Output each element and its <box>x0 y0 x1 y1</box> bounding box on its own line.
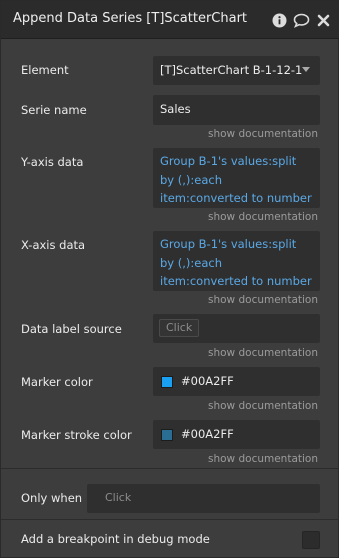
data-label-source-show-documentation[interactable]: show documentation <box>208 347 318 359</box>
serie-name-show-documentation[interactable]: show documentation <box>208 128 318 140</box>
only-when-placeholder[interactable]: Click <box>98 489 138 507</box>
property-editor-panel: Append Data Series [T]ScatterChart B-1-1… <box>0 0 339 558</box>
marker-color-label: Marker color <box>21 375 93 389</box>
section-divider <box>1 519 339 520</box>
marker-stroke-color-picker[interactable]: #00A2FF <box>153 420 320 449</box>
marker-color-show-documentation[interactable]: show documentation <box>208 400 318 412</box>
data-label-source-label: Data label source <box>21 322 122 336</box>
x-axis-expression[interactable]: Group B-1's values:split by (,):each ite… <box>153 231 320 291</box>
marker-color-value: #00A2FF <box>181 374 234 388</box>
serie-name-input[interactable]: Sales <box>153 95 320 125</box>
marker-color-picker[interactable]: #00A2FF <box>153 367 320 396</box>
y-axis-label: Y-axis data <box>21 155 84 169</box>
section-divider <box>1 468 339 469</box>
breakpoint-checkbox[interactable] <box>302 531 320 549</box>
close-icon[interactable] <box>312 10 334 30</box>
info-icon[interactable] <box>268 10 290 30</box>
chevron-down-icon <box>302 67 310 72</box>
element-dropdown[interactable]: [T]ScatterChart B-1-12-1 <box>153 56 320 85</box>
marker-stroke-color-value: #00A2FF <box>181 427 234 441</box>
x-axis-show-documentation[interactable]: show documentation <box>208 294 318 306</box>
only-when-label: Only when <box>21 491 83 505</box>
element-value: [T]ScatterChart B-1-12-1 <box>160 63 303 77</box>
comment-icon[interactable] <box>290 10 312 30</box>
data-label-source-input[interactable]: Click <box>153 314 320 343</box>
y-axis-expression[interactable]: Group B-1's values:split by (,):each ite… <box>153 148 320 208</box>
title-bar[interactable]: Append Data Series [T]ScatterChart B-1-1… <box>1 1 339 39</box>
click-placeholder[interactable]: Click <box>159 319 200 337</box>
marker-color-swatch[interactable] <box>161 376 173 388</box>
marker-stroke-color-show-documentation[interactable]: show documentation <box>208 453 318 465</box>
only-when-input[interactable]: Click <box>87 484 320 513</box>
element-label: Element <box>21 63 69 77</box>
breakpoint-label: Add a breakpoint in debug mode <box>21 532 210 546</box>
title-icons <box>268 10 334 30</box>
y-axis-show-documentation[interactable]: show documentation <box>208 211 318 223</box>
marker-stroke-color-swatch[interactable] <box>161 429 173 441</box>
serie-name-label: Serie name <box>21 103 87 117</box>
x-axis-label: X-axis data <box>21 238 86 252</box>
panel-title: Append Data Series [T]ScatterChart B-1-1… <box>13 11 251 26</box>
marker-stroke-color-label: Marker stroke color <box>21 428 132 442</box>
serie-name-value: Sales <box>160 102 191 116</box>
